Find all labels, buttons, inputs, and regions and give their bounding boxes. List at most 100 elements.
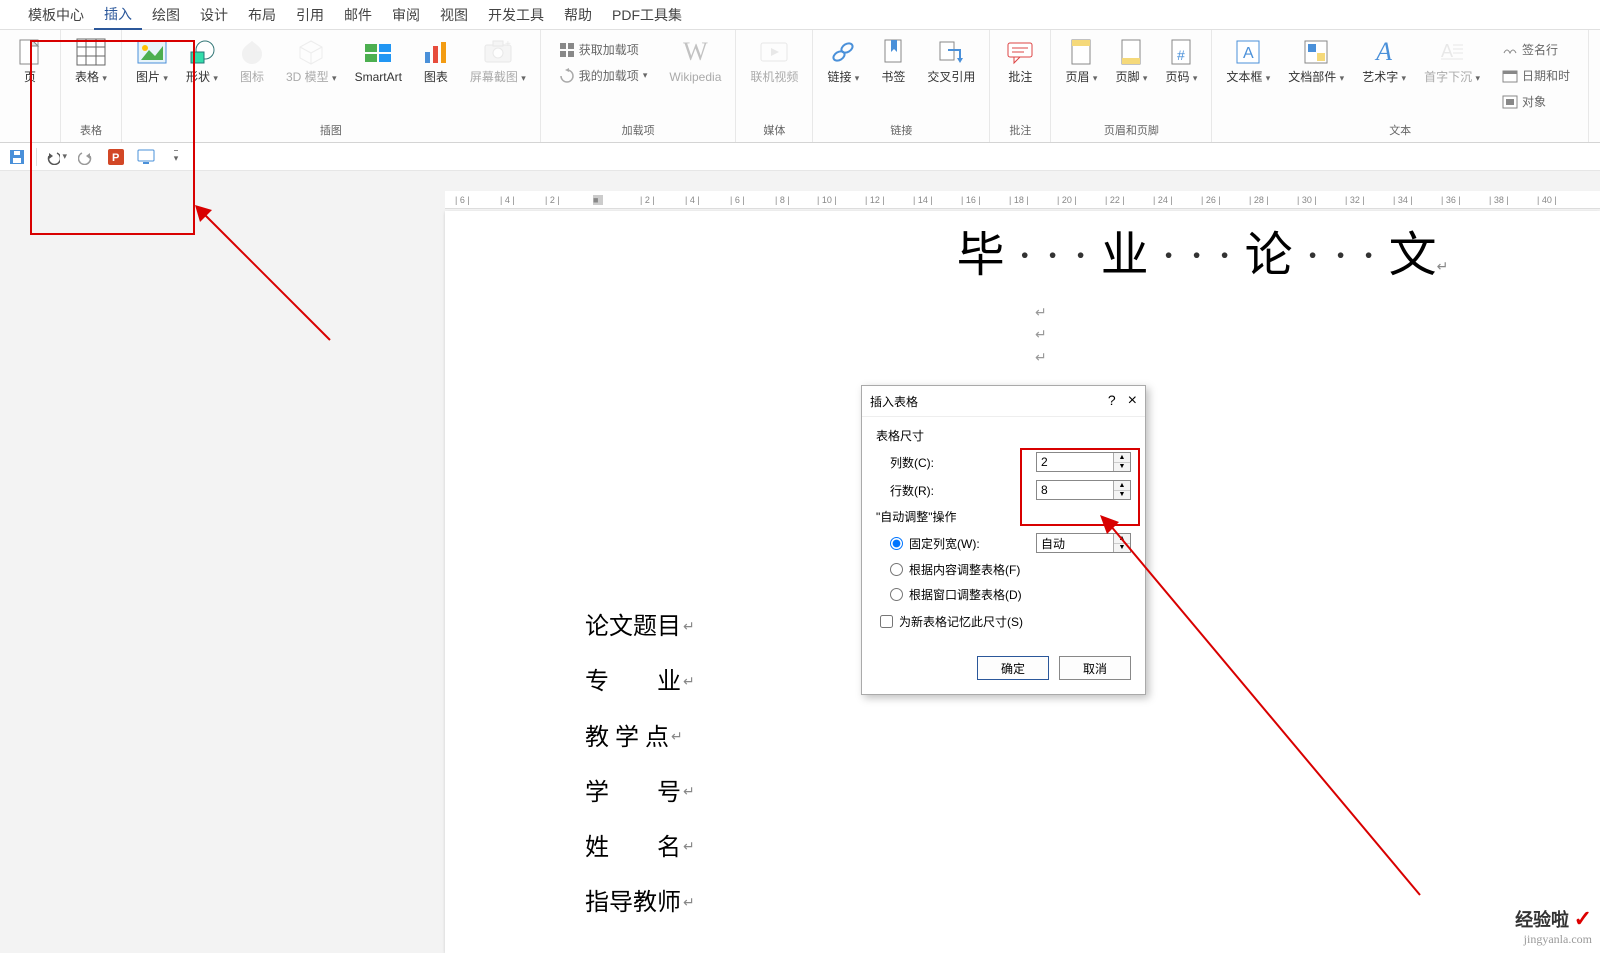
save-button[interactable] <box>6 146 28 168</box>
body-line: 专 业 <box>585 655 681 710</box>
close-button[interactable]: × <box>1128 392 1137 410</box>
tab-pdf-tools[interactable]: PDF工具集 <box>602 1 692 29</box>
rows-input[interactable] <box>1037 481 1113 499</box>
body-line: 学 号 <box>585 766 681 821</box>
paragraph-marks: ↵↵↵ <box>1035 303 1600 370</box>
fit-window-label: 根据窗口调整表格(D) <box>909 586 1022 603</box>
pages-button[interactable]: 页 <box>6 34 54 124</box>
chart-button[interactable]: 图表 <box>412 34 460 120</box>
shapes-button[interactable]: 形状 ▾ <box>178 34 226 120</box>
tab-draw[interactable]: 绘图 <box>142 1 190 29</box>
fit-window-radio[interactable] <box>890 588 903 601</box>
fixed-width-label: 固定列宽(W): <box>909 535 1030 552</box>
tab-insert[interactable]: 插入 <box>94 0 142 30</box>
footer-icon <box>1115 36 1147 68</box>
spin-up[interactable]: ▲ <box>1114 481 1130 491</box>
svg-text:#: # <box>1177 47 1185 63</box>
spin-down[interactable]: ▼ <box>1114 463 1130 472</box>
tab-design[interactable]: 设计 <box>190 1 238 29</box>
chevron-down-icon: ▾ <box>521 73 526 83</box>
pagenum-icon: # <box>1165 36 1197 68</box>
columns-spinner[interactable]: ▲▼ <box>1036 452 1131 472</box>
svg-text:+: + <box>505 39 511 50</box>
fit-content-radio[interactable] <box>890 563 903 576</box>
chevron-down-icon: ▾ <box>855 73 860 83</box>
quickparts-icon <box>1300 36 1332 68</box>
link-label: 链接 <box>827 70 851 84</box>
title-dots: · · · <box>1005 228 1101 283</box>
comment-button[interactable]: 批注 <box>996 34 1044 120</box>
spin-down[interactable]: ▼ <box>1114 544 1130 553</box>
tab-mailings[interactable]: 邮件 <box>334 1 382 29</box>
dialog-titlebar[interactable]: 插入表格 ? × <box>862 386 1145 417</box>
drop-cap-button[interactable]: A 首字下沉 ▾ <box>1416 34 1488 120</box>
fixed-width-input[interactable] <box>1037 534 1113 552</box>
link-button[interactable]: 链接 ▾ <box>819 34 867 120</box>
wordart-button[interactable]: A 艺术字 ▾ <box>1354 34 1414 120</box>
quick-parts-button[interactable]: 文档部件 ▾ <box>1280 34 1352 120</box>
save-icon <box>9 149 25 165</box>
section-autofit: "自动调整"操作 <box>876 508 1131 525</box>
undo-button[interactable]: ▾ <box>45 146 67 168</box>
svg-text:P: P <box>112 152 119 164</box>
spin-down[interactable]: ▼ <box>1114 491 1130 500</box>
icons-button[interactable]: 图标 <box>228 34 276 120</box>
watermark-url: jingyanla.com <box>1524 932 1592 947</box>
tab-review[interactable]: 审阅 <box>382 1 430 29</box>
redo-button[interactable] <box>75 146 97 168</box>
screen-record-button[interactable] <box>135 146 157 168</box>
tab-layout[interactable]: 布局 <box>238 1 286 29</box>
tab-references[interactable]: 引用 <box>286 1 334 29</box>
smartart-button[interactable]: SmartArt <box>347 34 410 120</box>
store-icon <box>559 42 575 58</box>
my-addins-button[interactable]: 我的加载项 ▾ <box>553 64 654 87</box>
group-text-label: 文本 <box>1218 120 1582 142</box>
bookmark-button[interactable]: 书签 <box>869 34 917 120</box>
fixed-width-spinner[interactable]: ▲▼ <box>1036 533 1131 553</box>
chevron-down-icon: ▾ <box>174 150 179 164</box>
get-addins-button[interactable]: 获取加载项 <box>553 38 645 61</box>
powerpoint-button[interactable]: P <box>105 146 127 168</box>
spin-up[interactable]: ▲ <box>1114 453 1130 463</box>
model3d-button[interactable]: 3D 模型 ▾ <box>278 34 345 120</box>
tab-view[interactable]: 视图 <box>430 1 478 29</box>
tab-template-center[interactable]: 模板中心 <box>18 1 94 29</box>
wikipedia-button[interactable]: W Wikipedia <box>661 34 729 120</box>
tab-help[interactable]: 帮助 <box>554 1 602 29</box>
fixed-width-radio[interactable] <box>890 537 903 550</box>
tab-developer[interactable]: 开发工具 <box>478 1 554 29</box>
columns-input[interactable] <box>1037 453 1113 471</box>
datetime-button[interactable]: 日期和时 <box>1496 64 1576 87</box>
signature-label: 签名行 <box>1522 41 1558 58</box>
object-button[interactable]: 对象 <box>1496 90 1552 113</box>
signature-button[interactable]: 签名行 <box>1496 38 1564 61</box>
text-box-button[interactable]: A 文本框 ▾ <box>1218 34 1278 120</box>
chevron-down-icon: ▾ <box>1402 73 1407 83</box>
document-canvas: | 6 || 4 || 2 | ■ | 2 || 4 || 6 | | 8 ||… <box>0 171 1600 953</box>
cancel-button[interactable]: 取消 <box>1059 656 1131 680</box>
online-video-button[interactable]: 联机视频 <box>742 34 806 120</box>
remember-checkbox[interactable] <box>880 615 893 628</box>
screenshot-button[interactable]: + 屏幕截图 ▾ <box>462 34 534 120</box>
page-number-button[interactable]: # 页码 ▾ <box>1157 34 1205 120</box>
horizontal-ruler[interactable]: | 6 || 4 || 2 | ■ | 2 || 4 || 6 | | 8 ||… <box>445 191 1600 209</box>
body-line: 论文题目 <box>585 600 681 655</box>
spin-up[interactable]: ▲ <box>1114 534 1130 544</box>
rows-spinner[interactable]: ▲▼ <box>1036 480 1131 500</box>
picture-button[interactable]: 图片 ▾ <box>128 34 176 120</box>
chevron-down-icon: ▾ <box>1193 73 1198 83</box>
separator <box>36 148 37 166</box>
columns-label: 列数(C): <box>890 454 934 471</box>
cross-ref-button[interactable]: 交叉引用 <box>919 34 983 120</box>
title-char: 业 <box>1101 215 1149 285</box>
section-table-size: 表格尺寸 <box>876 427 1131 444</box>
footer-button[interactable]: 页脚 ▾ <box>1107 34 1155 120</box>
ok-button[interactable]: 确定 <box>977 656 1049 680</box>
header-button[interactable]: 页眉 ▾ <box>1057 34 1105 120</box>
chevron-down-icon: ▾ <box>1266 73 1271 83</box>
customize-qat[interactable]: ▾ <box>165 146 187 168</box>
online-video-label: 联机视频 <box>750 70 798 84</box>
help-button[interactable]: ? <box>1108 392 1116 410</box>
smartart-icon <box>362 36 394 68</box>
table-button[interactable]: 表格 ▾ <box>67 34 115 120</box>
